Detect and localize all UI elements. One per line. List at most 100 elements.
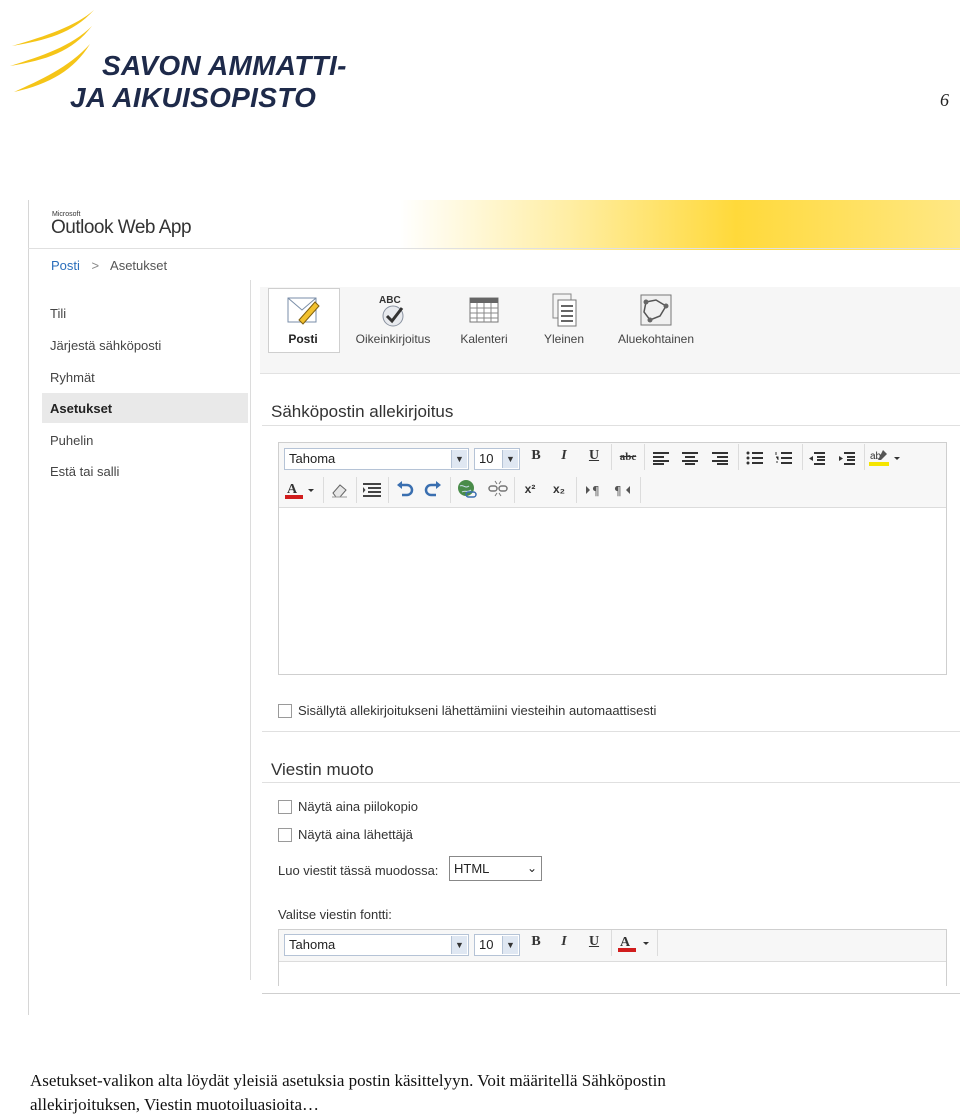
- caption-line-1: Asetukset-valikon alta löydät yleisiä as…: [30, 1071, 666, 1090]
- app-title: Outlook Web App: [51, 217, 192, 238]
- svg-text:A: A: [287, 482, 298, 497]
- ribbon-tab-aluekohtainen[interactable]: Aluekohtainen: [608, 292, 704, 346]
- ribbon-tab-posti[interactable]: Posti: [269, 292, 337, 346]
- section-divider: [262, 731, 960, 732]
- bullet-list-icon[interactable]: [746, 450, 764, 469]
- ribbon-tab-aluekohtainen-label: Aluekohtainen: [617, 332, 695, 346]
- eraser-icon[interactable]: [330, 481, 350, 503]
- toolbar-separator: [644, 444, 645, 470]
- always-from-checkbox[interactable]: [278, 828, 292, 842]
- brand-banner: [400, 200, 960, 250]
- message-format-title: Viestin muoto: [271, 760, 374, 779]
- ltr-direction-icon[interactable]: ¶: [584, 482, 604, 501]
- remove-link-icon[interactable]: [487, 479, 509, 503]
- toolbar-separator: [450, 477, 451, 503]
- signature-font-select[interactable]: Tahoma ▼: [284, 448, 469, 470]
- ribbon-tab-yleinen[interactable]: Yleinen: [534, 292, 594, 346]
- numbered-list-icon[interactable]: [775, 450, 793, 469]
- ribbon-tab-oikeinkirjoitus[interactable]: ABC Oikeinkirjoitus: [346, 292, 440, 346]
- signature-divider: [262, 425, 960, 426]
- align-right-icon[interactable]: [711, 450, 729, 469]
- message-format-divider: [262, 782, 960, 783]
- nav-item-jarjesta-sahkoposti[interactable]: Järjestä sähköposti: [50, 338, 161, 353]
- ribbon-tab-oikeinkirjoitus-label: Oikeinkirjoitus: [355, 332, 431, 346]
- ribbon-tab-kalenteri-label: Kalenteri: [460, 332, 508, 346]
- insert-link-icon[interactable]: [456, 479, 478, 503]
- mail-edit-icon: [285, 292, 321, 328]
- toolbar-separator: [576, 477, 577, 503]
- bold-button[interactable]: B: [524, 445, 548, 467]
- toolbar-separator: [640, 477, 641, 503]
- message-size-select[interactable]: 10 ▼: [474, 934, 520, 956]
- svg-text:¶: ¶: [614, 484, 622, 497]
- svg-text:¶: ¶: [592, 484, 600, 497]
- chevron-down-icon: ▼: [502, 450, 518, 468]
- nav-item-esta-tai-salli[interactable]: Estä tai salli: [50, 464, 119, 479]
- highlight-color-icon[interactable]: ab: [869, 448, 903, 472]
- ribbon-tab-posti-label: Posti: [288, 332, 318, 346]
- ribbon-tab-kalenteri[interactable]: Kalenteri: [452, 292, 516, 346]
- nav-divider: [250, 280, 251, 980]
- screenshot-bottom-edge: [262, 993, 960, 994]
- message-size-value: 10: [479, 937, 494, 952]
- spellcheck-icon: ABC: [375, 292, 411, 328]
- decrease-indent-icon[interactable]: [808, 450, 826, 469]
- logo-line-1: SAVON AMMATTI-: [102, 50, 347, 81]
- underline-button[interactable]: U: [582, 445, 606, 467]
- rtl-direction-icon[interactable]: ¶: [612, 482, 632, 501]
- italic-button[interactable]: I: [552, 445, 576, 467]
- toolbar-separator: [802, 444, 803, 470]
- header-divider: [28, 248, 960, 249]
- caption-line-2: allekirjoituksen, Viestin muotoiluasioit…: [30, 1095, 320, 1114]
- breadcrumb-current: Asetukset: [110, 258, 168, 273]
- toolbar-separator: [738, 444, 739, 470]
- always-from-label: Näytä aina lähettäjä: [298, 827, 413, 842]
- message-font-value: Tahoma: [289, 937, 336, 952]
- signature-size-value: 10: [479, 451, 494, 466]
- breadcrumb: Posti > Asetukset: [51, 258, 167, 273]
- chevron-down-icon: ▼: [451, 450, 467, 468]
- undo-icon[interactable]: [396, 481, 414, 501]
- toolbar-separator: [611, 930, 612, 956]
- signature-size-select[interactable]: 10 ▼: [474, 448, 520, 470]
- subscript-button[interactable]: x₂: [547, 478, 571, 500]
- compose-format-label: Luo viestit tässä muodossa:: [278, 863, 439, 878]
- svg-text:A: A: [620, 935, 631, 950]
- redo-icon[interactable]: [424, 481, 442, 501]
- align-center-icon[interactable]: [681, 450, 699, 469]
- toolbar-separator: [864, 444, 865, 470]
- message-italic-button[interactable]: I: [552, 931, 576, 953]
- nav-item-puhelin[interactable]: Puhelin: [50, 433, 93, 448]
- signature-text-area[interactable]: [279, 507, 944, 672]
- chevron-down-icon: ▼: [451, 936, 467, 954]
- nav-item-ryhmat[interactable]: Ryhmät: [50, 370, 95, 385]
- message-font-select[interactable]: Tahoma ▼: [284, 934, 469, 956]
- toolbar-separator: [388, 477, 389, 503]
- breadcrumb-root-link[interactable]: Posti: [51, 258, 80, 273]
- increase-indent-icon[interactable]: [838, 450, 856, 469]
- calendar-icon: [466, 292, 502, 328]
- chevron-down-icon: ▼: [502, 936, 518, 954]
- auto-include-checkbox[interactable]: [278, 704, 292, 718]
- breadcrumb-separator: >: [91, 258, 100, 273]
- strikethrough-button[interactable]: abc: [616, 446, 640, 468]
- toolbar-separator: [356, 477, 357, 503]
- font-color-icon[interactable]: A: [285, 480, 319, 504]
- superscript-button[interactable]: x²: [518, 478, 542, 500]
- align-left-icon[interactable]: [652, 450, 670, 469]
- compose-format-select[interactable]: HTML ⌄: [449, 856, 542, 881]
- toolbar-separator: [611, 444, 612, 470]
- message-font-color-icon[interactable]: A: [618, 933, 652, 957]
- toolbar-separator: [514, 477, 515, 503]
- message-bold-button[interactable]: B: [524, 931, 548, 953]
- nav-item-asetukset[interactable]: Asetukset: [50, 401, 112, 416]
- nav-item-tili[interactable]: Tili: [50, 306, 66, 321]
- toolbar-separator: [657, 930, 658, 956]
- compose-format-value: HTML: [454, 861, 490, 876]
- line-spacing-icon[interactable]: [362, 481, 382, 503]
- always-bcc-checkbox[interactable]: [278, 800, 292, 814]
- auto-include-label: Sisällytä allekirjoitukseni lähettämiini…: [298, 703, 657, 718]
- message-font-label: Valitse viestin fontti:: [278, 907, 392, 922]
- logo-line-2: JA AIKUISOPISTO: [70, 82, 317, 113]
- message-underline-button[interactable]: U: [582, 931, 606, 953]
